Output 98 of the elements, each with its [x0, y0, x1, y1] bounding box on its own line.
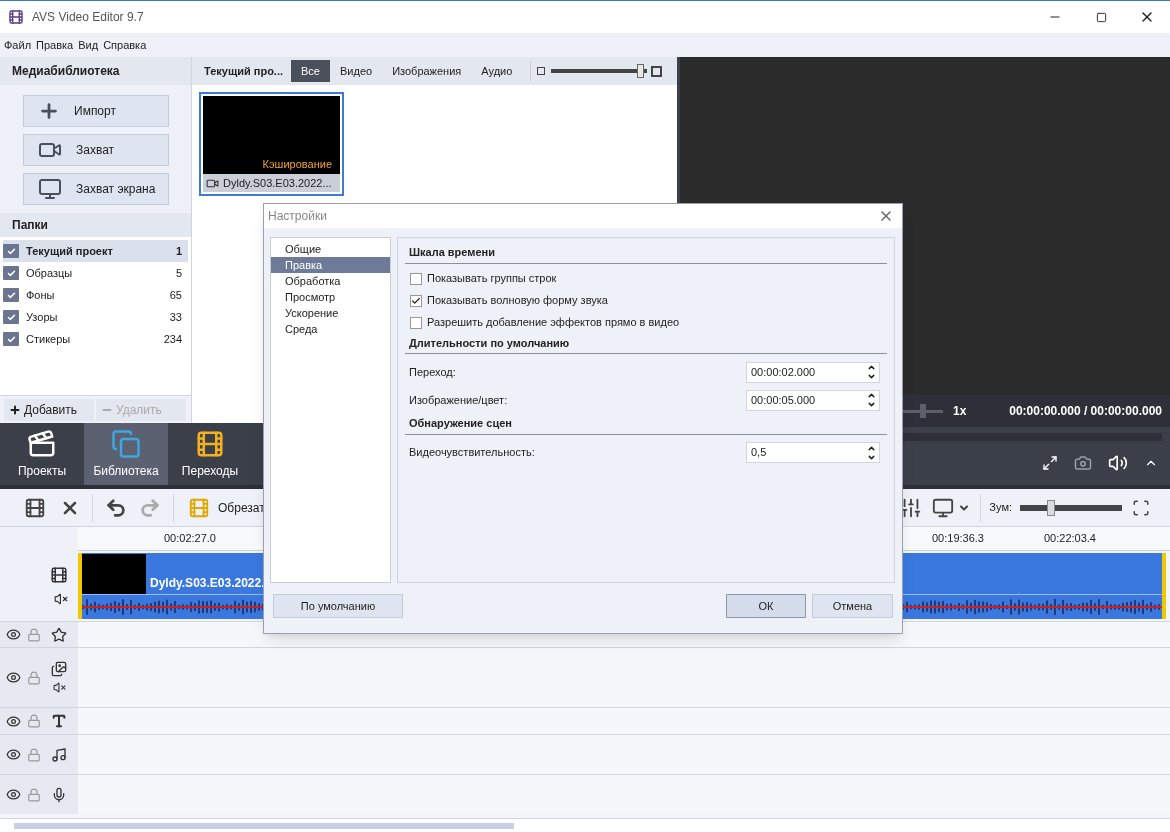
checkbox-label: Показывать группы строк	[427, 271, 557, 287]
checkbox[interactable]	[410, 294, 422, 307]
checkbox-label: Показывать волновую форму звука	[427, 293, 608, 309]
plus-icon	[38, 100, 60, 122]
overlay-icon	[51, 661, 67, 677]
filter-tab[interactable]: Изображения	[382, 60, 472, 82]
filter-tab[interactable]: Аудио	[471, 60, 523, 82]
maximize-icon	[1095, 11, 1107, 23]
split-icon[interactable]	[24, 496, 46, 519]
category-item[interactable]: Правка	[271, 257, 390, 273]
field-label: Переход:	[409, 364, 457, 380]
size-slider[interactable]	[551, 64, 648, 78]
volume-icon[interactable]	[1108, 453, 1128, 473]
eye-icon[interactable]	[6, 627, 21, 642]
audio-track-icon	[54, 592, 68, 606]
large-size-icon	[651, 65, 663, 77]
browser-title: Текущий про...	[203, 63, 285, 79]
menu-item[interactable]: Справка	[103, 36, 147, 54]
eye-icon[interactable]	[6, 787, 21, 802]
menu-item[interactable]: Вид	[78, 36, 99, 54]
field-label: Видеочувствительность:	[409, 445, 536, 461]
zoom-label: Зум:	[989, 500, 1012, 516]
zoom-slider[interactable]	[1020, 499, 1122, 516]
media-button[interactable]: Импорт	[23, 95, 169, 127]
caching-status: Кэширование	[262, 156, 332, 172]
media-thumbnail[interactable]: Кэширование Dyldy.S03.E03.2022...	[199, 92, 344, 196]
filter-tab[interactable]: Все	[291, 60, 330, 82]
section-heading: Длительности по умолчанию	[405, 334, 887, 354]
audio-track-icon	[52, 681, 66, 694]
undo-icon[interactable]	[105, 496, 127, 519]
monitor-icon[interactable]	[932, 496, 955, 519]
small-size-icon	[537, 67, 546, 75]
app-logo-icon	[8, 9, 24, 25]
spin-field[interactable]: 00:00:02.000	[746, 361, 880, 383]
eye-icon[interactable]	[6, 670, 21, 685]
ruler-label: 00:22:03.4	[1044, 531, 1096, 546]
ruler-label: 00:19:36.3	[932, 531, 984, 546]
dialog-title: Настройки	[268, 208, 327, 225]
slider-thumb[interactable]	[1046, 499, 1055, 516]
ok-button[interactable]: ОК	[726, 594, 806, 618]
filter-tab[interactable]: Видео	[330, 60, 383, 82]
media-button[interactable]: Захват	[23, 134, 169, 166]
clip-thumbnail	[82, 554, 146, 594]
spin-field[interactable]: 0,5	[746, 442, 880, 463]
folder-item[interactable]: Стикеры 234	[3, 328, 188, 350]
media-button[interactable]: Захват экрана	[23, 173, 169, 205]
snapshot-icon[interactable]	[1074, 454, 1092, 472]
category-item[interactable]: Общие	[271, 241, 390, 257]
section-heading: Обнаружение сцен	[405, 415, 887, 435]
clapperboard-icon	[27, 428, 57, 459]
text-icon	[51, 713, 67, 729]
defaults-button[interactable]: По умолчанию	[273, 594, 403, 618]
folder-item[interactable]: Текущий проект 1	[3, 240, 188, 262]
fullscreen-icon[interactable]	[1042, 455, 1058, 471]
nav-tab[interactable]: Переходы	[168, 423, 252, 485]
media-name: Dyldy.S03.E03.2022...	[223, 175, 332, 191]
checkbox-label: Разрешить добавление эффектов прямо в видео	[427, 315, 680, 331]
nav-tab[interactable]: Проекты	[0, 423, 84, 485]
category-item[interactable]: Среда	[271, 321, 390, 337]
menu-item[interactable]: Правка	[36, 36, 74, 54]
section-heading: Шкала времени	[405, 244, 887, 264]
spin-field[interactable]: 00:00:05.000	[746, 389, 880, 411]
cancel-button[interactable]: Отмена	[812, 594, 893, 618]
add-folder-button[interactable]: Добавить	[4, 398, 94, 421]
speed-slider[interactable]	[903, 404, 943, 418]
eye-icon[interactable]	[6, 713, 21, 729]
trim-film-icon	[188, 496, 210, 519]
slider-thumb[interactable]	[637, 64, 645, 78]
folder-item[interactable]: Фоны 65	[3, 284, 188, 306]
nav-tab[interactable]: Библиотека	[84, 423, 168, 485]
category-item[interactable]: Просмотр	[271, 289, 390, 305]
fit-icon[interactable]	[1132, 498, 1150, 517]
clip-title: Dyldy.S03.E03.2022.	[150, 575, 265, 592]
panel-header: Папки	[0, 213, 191, 237]
time-display: 00:00:00.000 / 00:00:00.000	[1009, 403, 1162, 420]
checkbox[interactable]	[410, 316, 422, 329]
checkbox[interactable]	[410, 272, 422, 285]
eye-icon[interactable]	[6, 747, 21, 762]
slider-thumb[interactable]	[920, 404, 926, 418]
ruler-label: 00:02:27.0	[164, 531, 216, 546]
speed-label: 1x	[953, 403, 967, 420]
music-icon	[51, 746, 67, 763]
window-title: AVS Video Editor 9.7	[32, 9, 144, 26]
video-track-icon	[50, 566, 68, 584]
folder-item[interactable]: Образцы 5	[3, 262, 188, 284]
folder-item[interactable]: Узоры 33	[3, 306, 188, 328]
menu-item[interactable]: Файл	[4, 36, 32, 54]
microphone-icon	[51, 786, 67, 803]
category-item[interactable]: Ускорение	[271, 305, 390, 321]
scrollbar[interactable]	[14, 822, 514, 829]
audio-mixer-icon[interactable]	[900, 496, 923, 519]
plus-icon	[9, 403, 21, 416]
panel-header: Медиабиблиотека	[0, 57, 191, 85]
category-item[interactable]: Обработка	[271, 273, 390, 289]
star-frame-icon	[51, 626, 67, 643]
monitor-icon	[38, 177, 62, 201]
trim-button[interactable]: Обрезат	[188, 496, 265, 519]
field-label: Изображение/цвет:	[409, 392, 509, 408]
